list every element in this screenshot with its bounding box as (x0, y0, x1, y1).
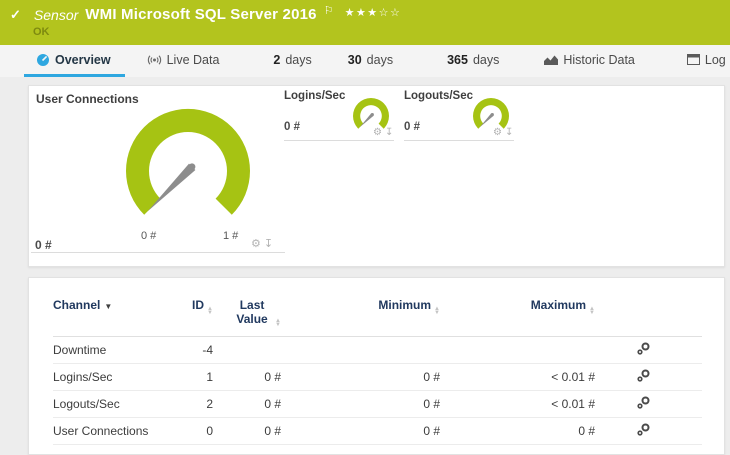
logouts-gauge-actions: ⚙↧ (493, 127, 516, 138)
channel-id: 2 (153, 390, 217, 418)
log-icon (686, 54, 700, 65)
channel-maximum: 0 # (444, 417, 599, 445)
channel-minimum (285, 336, 444, 364)
channel-last-value (217, 336, 285, 364)
channel-maximum (444, 336, 599, 364)
channel-gear-icon[interactable]: ⚙ (373, 127, 385, 138)
table-row: Downtime -4 (53, 336, 702, 364)
gauge-needle (147, 163, 196, 212)
broadcast-icon (147, 54, 161, 65)
channel-last-value: 0 # (217, 363, 285, 391)
col-id[interactable]: ID ▲ ▼ (153, 292, 217, 337)
sensor-title: WMI Microsoft SQL Server 2016 (85, 6, 317, 23)
logins-value: 0 # (284, 121, 300, 133)
table-row: Logins/Sec 1 0 # 0 # < 0.01 # (53, 363, 702, 391)
user-connections-gauge (126, 108, 250, 215)
priority-stars[interactable]: ★★★☆☆ (345, 6, 402, 19)
channels-panel: Channel ▼ ID ▲ ▼ Last Value ▲ ▼ Minimum ▲ ▼ Max… (28, 277, 725, 455)
col-maximum[interactable]: Maximum ▲ ▼ (444, 292, 599, 337)
flag-icon[interactable]: ⚐ (324, 4, 334, 17)
tab-2-days[interactable]: 2 days (269, 45, 315, 77)
channel-gear-icon[interactable]: ⚙ (493, 127, 505, 138)
channel-maximum: < 0.01 # (444, 390, 599, 418)
divider (284, 140, 394, 141)
channel-minimum: 0 # (285, 417, 444, 445)
pin-icon[interactable]: ↧ (385, 127, 396, 138)
tab-365-days[interactable]: 365 days (443, 45, 503, 77)
col-actions (599, 292, 702, 337)
sort-icon: ▲ ▼ (434, 306, 440, 316)
col-minimum[interactable]: Minimum ▲ ▼ (285, 292, 444, 337)
sort-icon: ▲ ▼ (207, 306, 213, 316)
gauge-scale-min: 0 # (141, 230, 157, 242)
logins-gauge-actions: ⚙↧ (373, 127, 396, 138)
table-header-row: Channel ▼ ID ▲ ▼ Last Value ▲ ▼ Minimum ▲ ▼ Max… (53, 292, 702, 337)
status-check-icon: ✓ (10, 6, 21, 22)
pin-icon[interactable]: ↧ (264, 238, 276, 250)
tab-live-data[interactable]: Live Data (143, 45, 224, 77)
channel-last-value: 0 # (217, 417, 285, 445)
channel-settings-icon (636, 423, 649, 436)
channel-name[interactable]: User Connections (53, 417, 153, 445)
tab-30-days[interactable]: 30 days (344, 45, 397, 77)
tab-log[interactable]: Log (683, 45, 730, 77)
table-row: User Connections 0 0 # 0 # 0 # (53, 417, 702, 445)
channel-id: -4 (153, 336, 217, 364)
area-chart-icon (544, 55, 559, 65)
channel-gear-icon[interactable]: ⚙ (251, 238, 264, 250)
channel-last-value: 0 # (217, 390, 285, 418)
col-last-value[interactable]: Last Value ▲ ▼ (217, 292, 285, 337)
divider (31, 252, 285, 253)
logins-gauge-title: Logins/Sec (284, 90, 346, 102)
logouts-gauge-title: Logouts/Sec (404, 90, 474, 102)
channel-maximum: < 0.01 # (444, 363, 599, 391)
gauge-scale-max: 1 # (223, 230, 239, 242)
main-gauge-actions: ⚙↧ (251, 237, 276, 250)
channel-settings-icon (636, 369, 649, 382)
channel-name[interactable]: Logins/Sec (53, 363, 153, 391)
status-badge: OK (33, 26, 50, 38)
channel-settings-button[interactable] (599, 417, 702, 445)
user-connections-value: 0 # (35, 238, 52, 252)
sensor-header: ✓ Sensor WMI Microsoft SQL Server 2016 ⚐… (0, 0, 730, 45)
sort-icon: ▲ ▼ (275, 318, 281, 328)
sort-icon: ▲ ▼ (589, 306, 595, 316)
channel-id: 1 (153, 363, 217, 391)
logouts-value: 0 # (404, 121, 420, 133)
channel-settings-button[interactable] (599, 390, 702, 418)
channel-name[interactable]: Downtime (53, 336, 153, 364)
col-channel[interactable]: Channel ▼ (53, 292, 153, 337)
channel-settings-icon (636, 342, 649, 355)
channel-id: 0 (153, 417, 217, 445)
channel-minimum: 0 # (285, 390, 444, 418)
tab-bar: Overview Live Data 2 days 30 days 365 da… (0, 45, 730, 77)
channel-settings-button[interactable] (599, 336, 702, 364)
sorted-desc-icon: ▼ (104, 302, 113, 311)
channel-name[interactable]: Logouts/Sec (53, 390, 153, 418)
tab-historic-data[interactable]: Historic Data (540, 45, 639, 77)
pin-icon[interactable]: ↧ (505, 127, 516, 138)
sensor-kind-label: Sensor (33, 6, 79, 23)
gauge-icon (37, 53, 49, 66)
tab-overview[interactable]: Overview (24, 45, 125, 77)
channel-settings-icon (636, 396, 649, 409)
table-row: Logouts/Sec 2 0 # 0 # < 0.01 # (53, 390, 702, 418)
channel-settings-button[interactable] (599, 363, 702, 391)
channels-table: Channel ▼ ID ▲ ▼ Last Value ▲ ▼ Minimum ▲ ▼ Max… (53, 292, 702, 445)
divider (404, 140, 514, 141)
gauges-panel: User Connections 0 # 1 # 0 # ⚙↧ Logins/S… (28, 85, 725, 267)
channel-minimum: 0 # (285, 363, 444, 391)
